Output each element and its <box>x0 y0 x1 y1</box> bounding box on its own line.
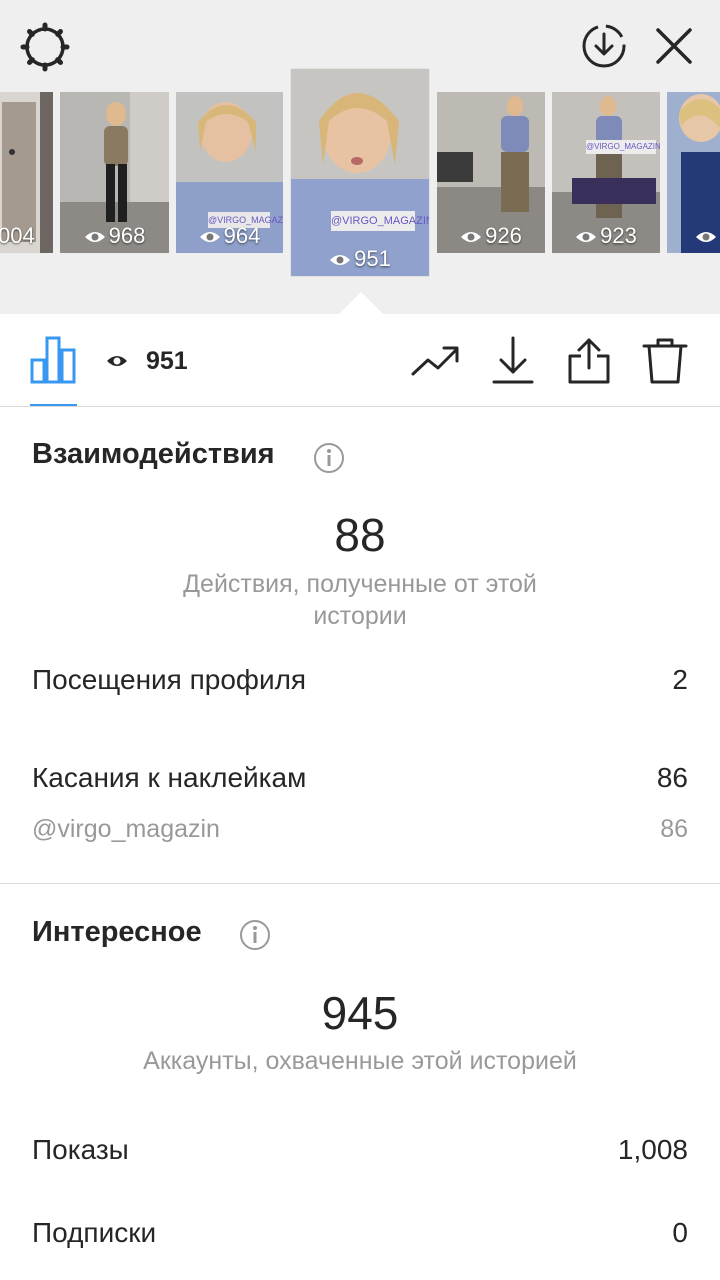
sticker-mention-value: 86 <box>660 815 688 843</box>
eye-icon <box>330 255 351 266</box>
eye-icon <box>107 356 127 366</box>
viewers-count[interactable]: 951 <box>106 344 188 378</box>
eye-icon <box>461 232 482 243</box>
eye-icon <box>696 232 716 243</box>
story-view-count: 004 <box>0 223 35 248</box>
story-thumbnail-selected[interactable]: @VIRGO_MAGAZIN 951 <box>291 69 429 276</box>
insights-bar-chart-icon[interactable] <box>30 336 76 384</box>
download-icon[interactable] <box>488 336 538 386</box>
eye-icon <box>84 232 105 243</box>
trash-icon[interactable] <box>640 336 690 386</box>
mention-sticker: @VIRGO_MAGAZIN <box>331 211 429 231</box>
story-thumbnail[interactable]: @VIRGO_MAGAZIN 923 <box>552 92 660 253</box>
discovery-caption: Аккаунты, охваченные этой историей <box>143 1047 577 1075</box>
close-icon[interactable] <box>652 24 696 68</box>
mention-sticker: @VIRGO_MAGAZIN <box>586 140 660 154</box>
story-view-count: 964 <box>223 223 261 248</box>
profile-visits-label: Посещения профиля <box>32 664 307 695</box>
info-icon[interactable] <box>239 919 271 951</box>
story-toolbar: 951 <box>0 314 720 407</box>
interactions-caption: Действия, полученные от этой истории <box>183 570 537 630</box>
follows-value: 0 <box>672 1217 688 1248</box>
trending-up-icon[interactable] <box>410 336 460 386</box>
sticker-mention-label[interactable]: @virgo_magazin <box>32 815 220 844</box>
story-view-count: 968 <box>108 223 146 248</box>
viewers-count-value: 951 <box>146 346 188 375</box>
profile-visits-value: 2 <box>672 664 688 695</box>
impressions-value: 1,008 <box>617 1134 688 1165</box>
sticker-taps-value: 86 <box>656 762 688 793</box>
story-view-count: 926 <box>485 223 522 248</box>
discovery-total: 945 <box>321 987 399 1039</box>
eye-icon <box>199 232 220 243</box>
interactions-total: 88 <box>334 509 386 561</box>
discovery-title: Интересное <box>32 916 202 948</box>
interactions-title: Взаимодействия <box>32 438 275 470</box>
story-thumbnail[interactable]: 8 <box>667 92 720 253</box>
eye-icon <box>576 232 597 243</box>
follows-label: Подписки <box>32 1217 157 1248</box>
impressions-label: Показы <box>32 1134 129 1165</box>
save-story-icon[interactable] <box>580 22 628 70</box>
selected-story-pointer <box>339 292 383 314</box>
story-view-count: 923 <box>600 223 637 248</box>
story-thumbnail[interactable]: @VIRGO_MAGAZIN 964 <box>176 92 283 253</box>
section-divider <box>0 883 720 884</box>
story-thumbnail[interactable]: 004 <box>0 92 53 253</box>
info-icon[interactable] <box>313 442 345 474</box>
story-thumbnail[interactable]: 968 <box>60 92 169 253</box>
story-view-count: 951 <box>354 246 391 271</box>
sticker-taps-label: Касания к наклейкам <box>32 762 307 793</box>
settings-gear-icon[interactable] <box>20 22 70 72</box>
share-icon[interactable] <box>564 336 614 386</box>
active-tab-indicator <box>30 404 77 406</box>
story-strip-area: 004 968 @VIRGO_MAGAZIN <box>0 0 720 314</box>
story-thumbnail[interactable]: 926 <box>437 92 545 253</box>
